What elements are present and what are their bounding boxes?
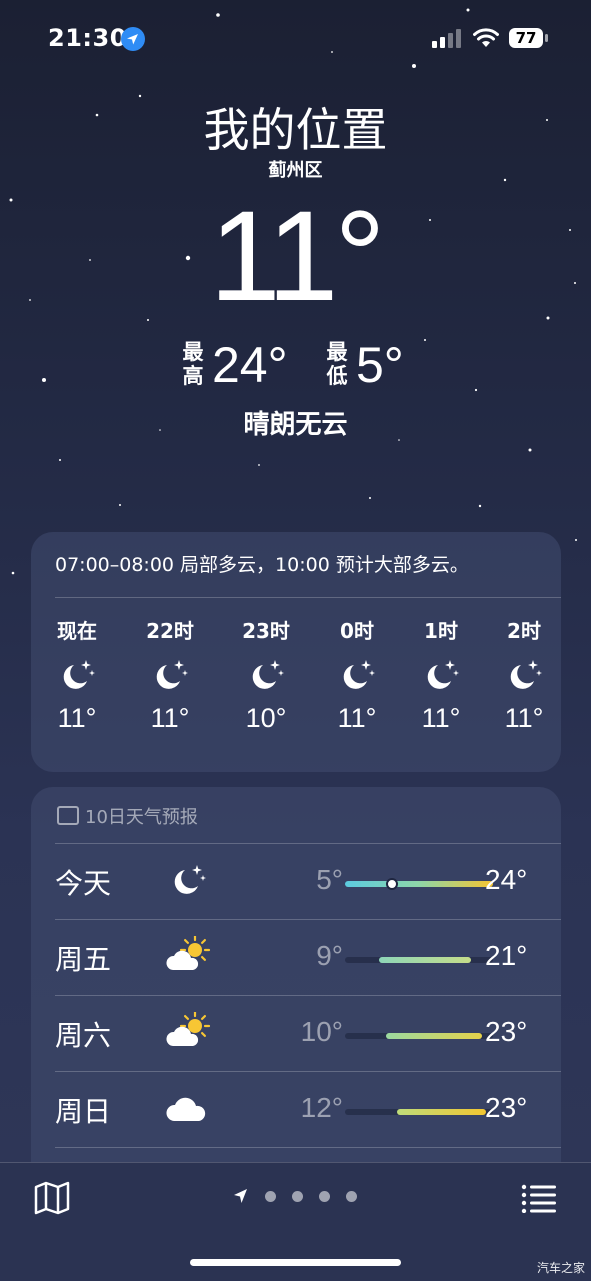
moon-stars-icon — [421, 655, 461, 695]
day-low-temp: 5° — [316, 864, 343, 895]
day-label: 周六 — [55, 1019, 112, 1052]
page-dot — [292, 1191, 303, 1202]
moon-stars-icon — [504, 655, 544, 695]
hour-temperature: 11° — [421, 703, 461, 733]
hour-label: 1时 — [424, 619, 458, 643]
current-temperature: 11° — [209, 185, 385, 328]
day-label: 周五 — [55, 943, 112, 976]
home-indicator[interactable] — [190, 1259, 401, 1266]
ten-day-title: 10日天气预报 — [85, 807, 198, 828]
temperature-range-track — [345, 957, 493, 963]
day-low-temp: 10° — [300, 1016, 343, 1047]
battery-indicator: 77 — [509, 28, 549, 48]
cloud-icon — [165, 1088, 211, 1128]
current-temp-marker — [386, 878, 398, 890]
hourly-forecast-card[interactable]: 07:00–08:00 局部多云，10:00 预计大部多云。 现在 11° 22时 1… — [31, 532, 561, 772]
moon-stars-icon — [337, 655, 377, 695]
day-row[interactable]: 周六 10° 23° — [55, 996, 561, 1072]
hour-column: 22时 11° — [135, 617, 205, 734]
day-low-temp: 12° — [300, 1092, 343, 1123]
day-row[interactable]: 今天 5° 24° — [55, 844, 561, 920]
battery-level: 77 — [509, 28, 543, 48]
ten-day-header: 10日天气预报 — [57, 803, 198, 829]
sun-behind-cloud-icon — [165, 934, 211, 976]
hour-label: 现在 — [57, 619, 97, 643]
temperature-range-bar — [379, 957, 471, 963]
high-low: 最高 24° 最低 5° — [0, 337, 591, 398]
location-arrow-icon — [121, 27, 145, 51]
page-dot — [319, 1191, 330, 1202]
district-label: 蓟州区 — [268, 160, 323, 181]
divider — [55, 1147, 561, 1148]
page-dot — [265, 1191, 276, 1202]
forecast-summary: 07:00–08:00 局部多云，10:00 预计大部多云。 — [55, 554, 469, 576]
temperature-range-track — [345, 1109, 493, 1115]
temperature-range-track — [345, 1033, 493, 1039]
hour-label: 2时 — [507, 619, 541, 643]
day-high-temp: 24° — [485, 864, 528, 895]
divider — [55, 597, 561, 598]
calendar-icon — [57, 806, 79, 825]
hour-column: 1时 11° — [406, 617, 476, 734]
wifi-icon — [473, 28, 499, 47]
battery-nub — [545, 34, 548, 42]
hour-temperature: 11° — [150, 703, 190, 733]
hour-temperature: 11° — [504, 703, 544, 733]
hour-column: 23时 10° — [231, 617, 301, 734]
hour-label: 23时 — [242, 619, 290, 643]
low-label: 最低 — [326, 340, 348, 388]
temperature-range-bar — [397, 1109, 486, 1115]
list-icon[interactable] — [521, 1183, 557, 1213]
temperature-range-bar — [345, 881, 493, 887]
day-low-temp: 9° — [316, 940, 343, 971]
sun-behind-cloud-icon — [165, 1010, 211, 1052]
status-bar: 21:30 77 — [0, 0, 591, 80]
location-title: 我的位置 — [203, 103, 388, 157]
low-value: 5° — [356, 337, 404, 393]
hour-column: 0时 11° — [322, 617, 392, 734]
watermark: 汽车之家 — [536, 1261, 585, 1275]
high-value: 24° — [212, 337, 288, 393]
hour-temperature: 11° — [337, 703, 377, 733]
location-arrow-icon — [234, 1189, 247, 1203]
temperature-range-bar — [386, 1033, 482, 1039]
moon-stars-icon — [57, 655, 97, 695]
day-high-temp: 23° — [485, 1092, 528, 1123]
moon-stars-icon — [246, 655, 286, 695]
map-icon[interactable] — [33, 1181, 71, 1215]
day-label: 周日 — [55, 1095, 112, 1128]
hour-column: 2时 11° — [489, 617, 559, 734]
hour-temperature: 10° — [245, 703, 287, 733]
current-weather: 我的位置 蓟州区 11° 最高 24° 最低 5° 晴朗无云 — [0, 98, 591, 440]
hour-column: 现在 11° — [42, 617, 112, 734]
bottom-toolbar — [0, 1162, 591, 1281]
hour-label: 0时 — [340, 619, 374, 643]
page-dot — [346, 1191, 357, 1202]
condition-text: 晴朗无云 — [243, 410, 348, 440]
day-high-temp: 23° — [485, 1016, 528, 1047]
cellular-signal-icon — [432, 29, 461, 48]
ten-day-forecast-card[interactable]: 10日天气预报 今天 5° 24° 周五 9° 21° 周六 10° 23° 周日 12° 23° — [31, 787, 561, 1187]
temperature-range-track — [345, 878, 493, 890]
day-row[interactable]: 周五 9° 21° — [55, 920, 561, 996]
moon-stars-icon — [165, 860, 211, 900]
high-label: 最高 — [182, 340, 204, 388]
moon-stars-icon — [150, 655, 190, 695]
hour-temperature: 11° — [57, 703, 97, 733]
hour-label: 22时 — [146, 619, 194, 643]
day-high-temp: 21° — [485, 940, 528, 971]
day-row[interactable]: 周日 12° 23° — [55, 1072, 561, 1148]
day-label: 今天 — [55, 867, 112, 900]
clock: 21:30 — [48, 24, 127, 52]
